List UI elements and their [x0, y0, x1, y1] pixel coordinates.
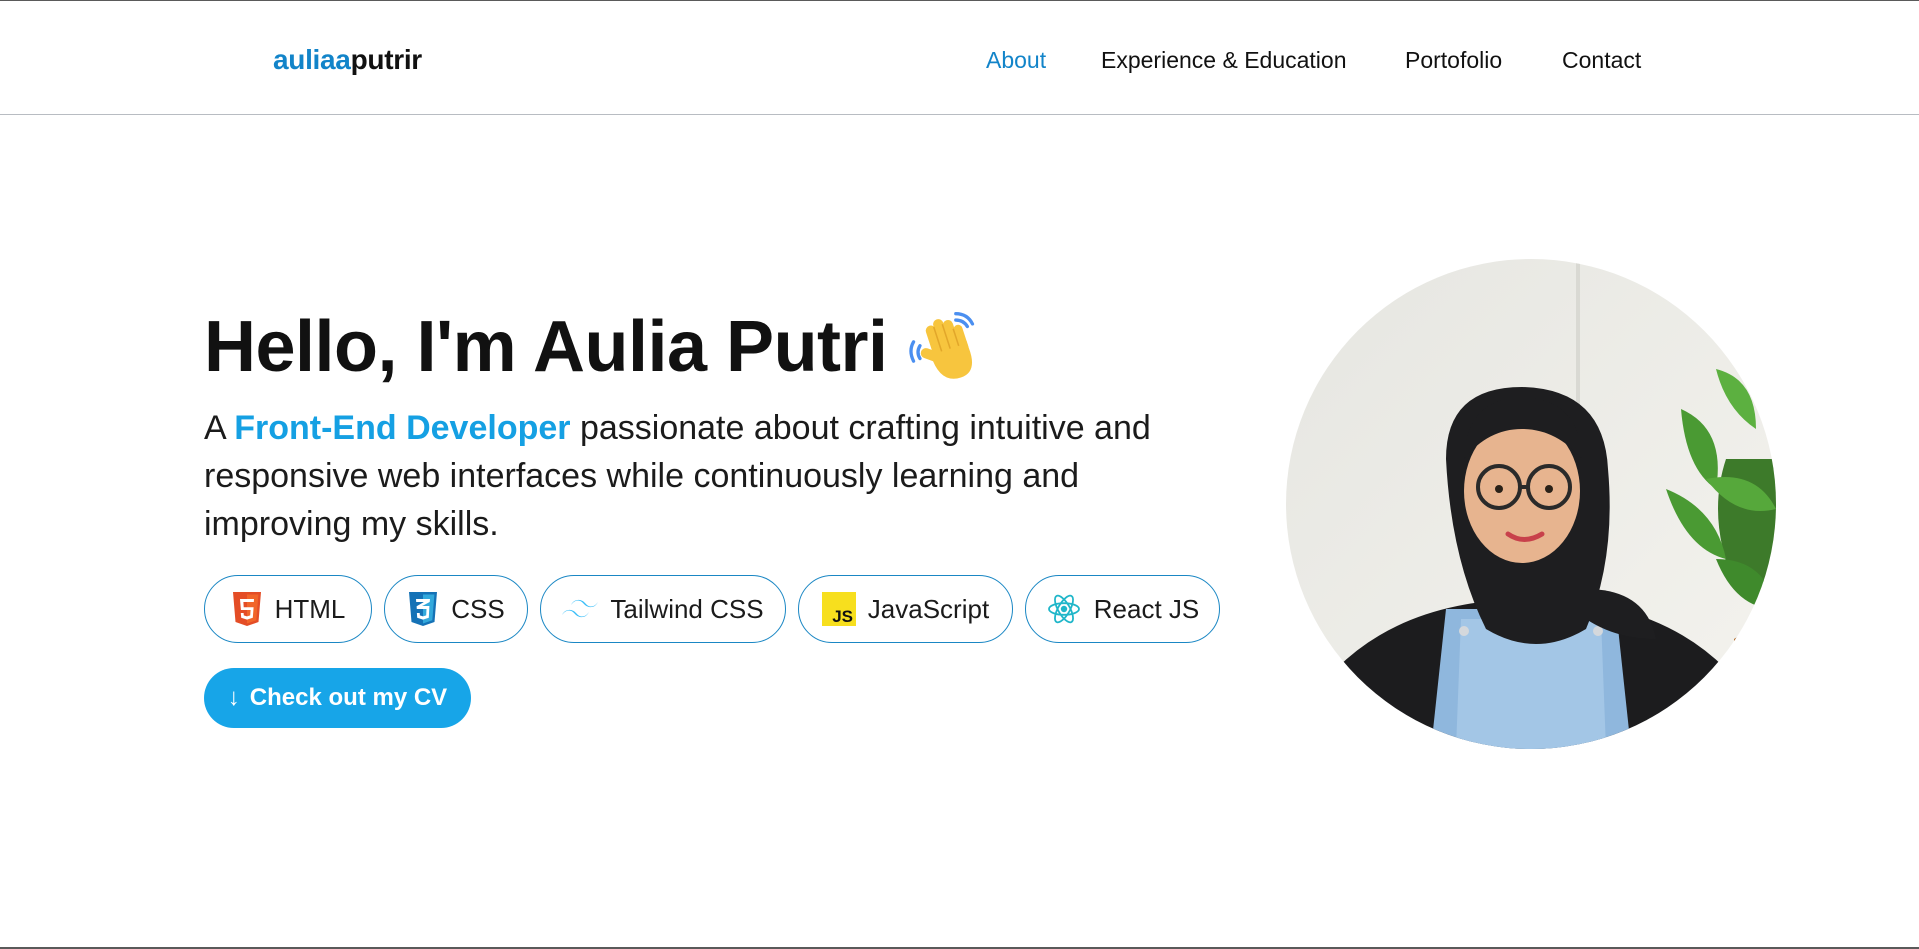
main-nav: About Experience & Education Portofolio … [0, 43, 1919, 77]
hero-desc-prefix: A [204, 409, 235, 447]
nav-experience-education[interactable]: Experience & Education [1101, 43, 1347, 77]
skill-badge-html: HTML [204, 575, 372, 643]
skill-badge-tailwind: Tailwind CSS [540, 575, 786, 643]
hero-description: A Front-End Developer passionate about c… [204, 404, 1214, 548]
nav-about[interactable]: About [986, 43, 1046, 77]
react-icon [1047, 594, 1080, 624]
nav-portofolio[interactable]: Portofolio [1405, 43, 1502, 77]
download-arrow-icon: ↓ [227, 684, 240, 711]
hero-title-text: Hello, I'm Aulia Putri [204, 307, 888, 387]
site-header: auliaaputrir About Experience & Educatio… [0, 1, 1919, 115]
skill-label: JavaScript [867, 593, 990, 624]
skill-badge-css: CSS [384, 575, 528, 643]
html5-icon [232, 592, 261, 626]
svg-text:JS: JS [832, 607, 853, 626]
cv-button-label: Check out my CV [249, 684, 448, 711]
skill-label: HTML [274, 593, 346, 624]
waving-hand-icon [908, 312, 974, 379]
download-cv-button[interactable]: ↓ Check out my CV [204, 668, 471, 728]
skill-badge-react: React JS [1025, 575, 1220, 643]
skill-label: CSS [451, 593, 505, 624]
javascript-icon: JS [821, 592, 856, 626]
hero-title: Hello, I'm Aulia Putri [204, 302, 984, 392]
css3-icon [409, 592, 438, 626]
skill-badge-javascript: JS JavaScript [798, 575, 1013, 643]
hero-role-highlight: Front-End Developer [234, 409, 571, 447]
skill-label: React JS [1093, 593, 1200, 624]
profile-photo [1286, 259, 1776, 749]
nav-contact[interactable]: Contact [1562, 43, 1641, 77]
profile-photo-illustration [1286, 259, 1776, 749]
skill-label: Tailwind CSS [610, 593, 764, 624]
tailwind-icon [562, 599, 599, 618]
